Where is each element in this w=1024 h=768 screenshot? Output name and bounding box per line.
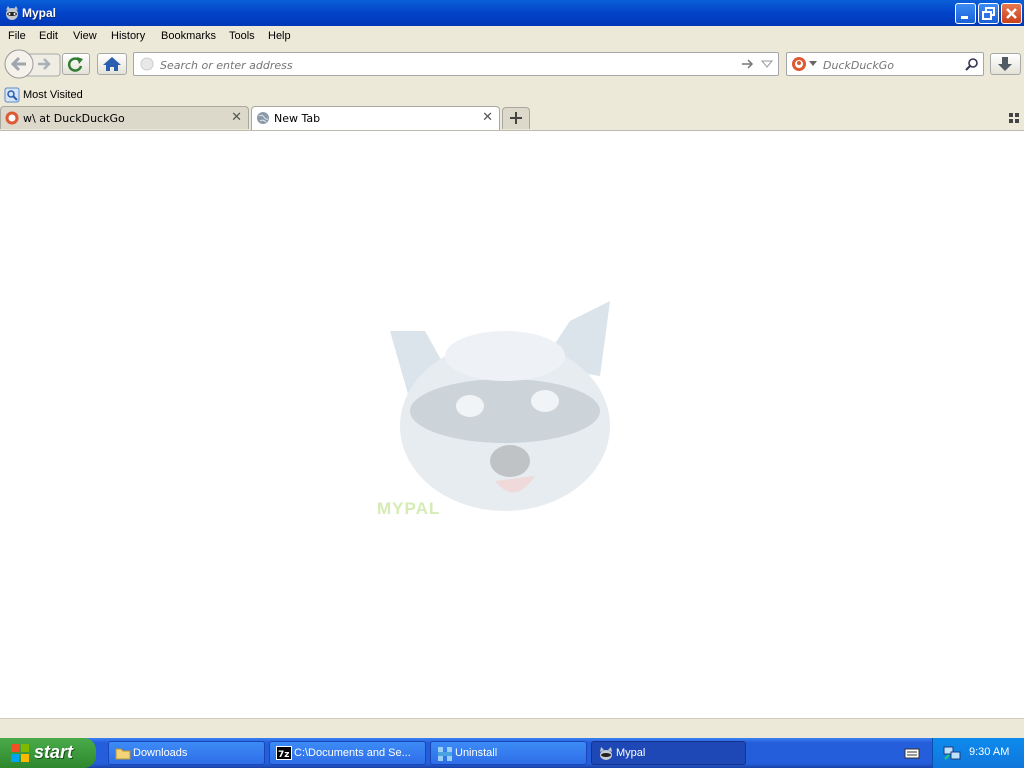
menu-history[interactable]: History xyxy=(111,30,145,42)
back-arrow-icon[interactable] xyxy=(10,55,30,73)
menu-tools[interactable]: Tools xyxy=(229,30,255,42)
network-icon[interactable] xyxy=(943,745,961,761)
page-identity-icon xyxy=(140,57,154,71)
installer-icon xyxy=(438,747,452,761)
tab-label: w\ at DuckDuckGo xyxy=(23,112,125,125)
taskbar-item-downloads[interactable]: Downloads xyxy=(108,741,265,765)
menu-bar: File Edit View History Bookmarks Tools H… xyxy=(0,26,1024,48)
tab-strip: w\ at DuckDuckGo ✕ New Tab ✕ xyxy=(0,106,1024,131)
menu-edit[interactable]: Edit xyxy=(39,30,58,42)
most-visited-label: Most Visited xyxy=(23,89,83,101)
home-button[interactable] xyxy=(97,53,127,75)
forward-arrow-icon[interactable] xyxy=(36,56,52,72)
taskbar-item-uninstall[interactable]: Uninstall xyxy=(430,741,587,765)
raccoon-icon xyxy=(600,747,612,760)
menu-view[interactable]: View xyxy=(73,30,97,42)
restore-button[interactable] xyxy=(978,3,999,24)
download-arrow-icon xyxy=(998,57,1012,71)
mypal-logo-text: MYPAL xyxy=(377,499,441,518)
tab-duckduckgo[interactable]: w\ at DuckDuckGo ✕ xyxy=(0,106,249,129)
taskbar-item-label: Mypal xyxy=(616,747,646,759)
start-button[interactable]: start xyxy=(0,738,96,768)
plus-icon xyxy=(510,112,522,124)
svg-text:7z: 7z xyxy=(278,750,290,760)
clock[interactable]: 9:30 AM xyxy=(969,746,1009,758)
reload-icon xyxy=(67,57,83,72)
mypal-raccoon-logo xyxy=(390,301,610,511)
folder-icon xyxy=(115,748,131,760)
taskbar-item-label: Downloads xyxy=(133,747,188,759)
minimize-icon xyxy=(961,16,968,19)
menu-file[interactable]: File xyxy=(8,30,26,42)
taskbar-item-label: Uninstall xyxy=(455,747,498,759)
start-label: start xyxy=(34,742,74,762)
reload-button[interactable] xyxy=(62,53,90,75)
close-window-button[interactable] xyxy=(1001,3,1022,24)
engine-dropdown-icon[interactable] xyxy=(809,61,817,67)
title-bar: Mypal xyxy=(0,0,1024,26)
tab-grid-icon[interactable] xyxy=(1009,113,1019,123)
dropdown-arrow-icon[interactable] xyxy=(761,59,773,69)
page-content: MYPAL xyxy=(0,131,1024,718)
menu-bookmarks[interactable]: Bookmarks xyxy=(161,30,216,42)
address-input[interactable] xyxy=(158,56,732,74)
close-icon xyxy=(1006,8,1017,19)
taskbar: start Downloads 7z C:\Documents and Se..… xyxy=(0,738,1024,768)
navigation-toolbar xyxy=(0,48,1024,84)
downloads-button[interactable] xyxy=(990,53,1021,75)
search-bar[interactable] xyxy=(786,52,984,76)
search-icon[interactable] xyxy=(965,57,979,71)
duckduckgo-icon[interactable] xyxy=(791,56,807,72)
raccoon-app-icon xyxy=(6,6,18,20)
tab-new-tab[interactable]: New Tab ✕ xyxy=(251,106,500,130)
duckduckgo-favicon xyxy=(5,111,19,125)
restore-icon xyxy=(982,7,995,20)
taskbar-item-7zip[interactable]: 7z C:\Documents and Se... xyxy=(269,741,426,765)
address-bar[interactable] xyxy=(133,52,779,76)
taskbar-item-label: C:\Documents and Se... xyxy=(294,747,411,759)
globe-icon xyxy=(257,112,269,124)
bookmarks-toolbar: Most Visited xyxy=(0,84,1024,106)
search-input[interactable] xyxy=(821,56,965,74)
window-title: Mypal xyxy=(22,6,57,20)
menu-help[interactable]: Help xyxy=(268,30,291,42)
tab-close-icon[interactable]: ✕ xyxy=(231,110,242,125)
minimize-button[interactable] xyxy=(955,3,976,24)
taskbar-item-mypal[interactable]: Mypal xyxy=(591,741,746,765)
home-icon xyxy=(103,57,121,71)
go-arrow-icon[interactable] xyxy=(741,57,755,71)
keyboard-icon[interactable] xyxy=(904,746,920,760)
tab-close-icon[interactable]: ✕ xyxy=(482,110,493,125)
new-tab-button[interactable] xyxy=(502,107,530,129)
most-visited-icon xyxy=(4,87,20,103)
status-bar xyxy=(0,718,1024,739)
tab-label: New Tab xyxy=(274,112,321,125)
system-tray: 9:30 AM xyxy=(932,738,1024,768)
7zip-icon: 7z xyxy=(276,746,292,760)
windows-logo-icon xyxy=(11,744,29,762)
